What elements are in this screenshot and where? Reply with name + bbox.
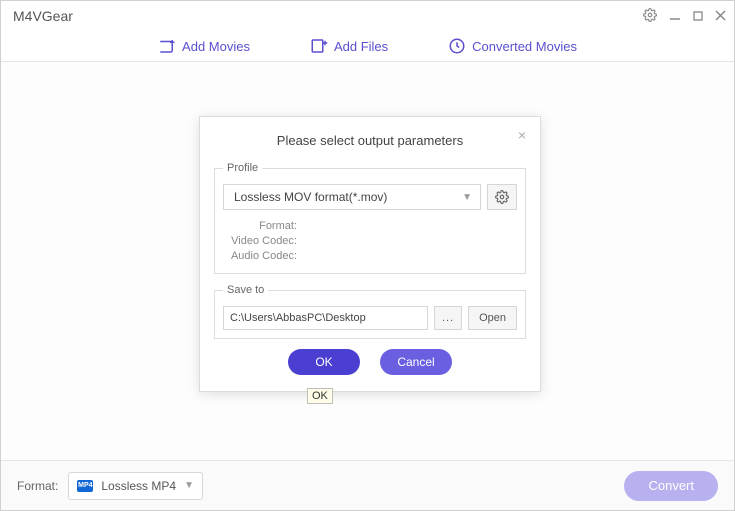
toolbar-label: Converted Movies	[472, 39, 577, 54]
format-select[interactable]: MP4 Lossless MP4 ▼	[68, 472, 203, 500]
save-path-input[interactable]	[223, 306, 428, 330]
converted-movies-icon	[448, 37, 466, 55]
bottom-bar: Format: MP4 Lossless MP4 ▼ Convert	[1, 460, 734, 510]
video-codec-label: Video Codec:	[223, 235, 301, 247]
add-files-button[interactable]: Add Files	[310, 37, 388, 55]
dialog-close-icon[interactable]: ×	[518, 127, 526, 143]
profile-group: Profile Lossless MOV format(*.mov) ▼ For…	[214, 162, 526, 274]
app-title: M4VGear	[9, 8, 73, 24]
add-files-icon	[310, 37, 328, 55]
mp4-icon: MP4	[77, 480, 93, 492]
toolbar-label: Add Movies	[182, 39, 250, 54]
convert-button[interactable]: Convert	[624, 471, 718, 501]
ok-tooltip: OK	[307, 388, 333, 404]
audio-codec-label: Audio Codec:	[223, 250, 301, 262]
profile-select[interactable]: Lossless MOV format(*.mov) ▼	[223, 184, 481, 210]
format-label: Format:	[17, 479, 58, 493]
chevron-down-icon: ▼	[462, 192, 472, 203]
format-value: Lossless MP4	[101, 479, 176, 493]
minimize-icon[interactable]	[669, 9, 681, 23]
add-movies-button[interactable]: Add Movies	[158, 37, 250, 55]
browse-button[interactable]: ...	[434, 306, 462, 330]
format-label: Format:	[223, 220, 301, 232]
profile-selected-value: Lossless MOV format(*.mov)	[234, 190, 387, 204]
close-icon[interactable]	[715, 9, 726, 23]
saveto-legend: Save to	[223, 284, 268, 296]
profile-settings-button[interactable]	[487, 184, 517, 210]
profile-legend: Profile	[223, 162, 262, 174]
titlebar: M4VGear	[1, 1, 734, 31]
chevron-down-icon: ▼	[184, 480, 194, 491]
add-movies-icon	[158, 37, 176, 55]
dialog-title: Please select output parameters	[214, 133, 526, 148]
output-parameters-dialog: Please select output parameters × Profil…	[199, 116, 541, 392]
converted-movies-button[interactable]: Converted Movies	[448, 37, 577, 55]
open-folder-button[interactable]: Open	[468, 306, 517, 330]
window-controls	[643, 8, 726, 24]
settings-icon[interactable]	[643, 8, 657, 24]
maximize-icon[interactable]	[693, 9, 703, 23]
ok-button[interactable]: OK	[288, 349, 360, 375]
saveto-group: Save to ... Open	[214, 284, 526, 339]
toolbar-label: Add Files	[334, 39, 388, 54]
main-toolbar: Add Movies Add Files Converted Movies	[1, 31, 734, 65]
cancel-button[interactable]: Cancel	[380, 349, 452, 375]
